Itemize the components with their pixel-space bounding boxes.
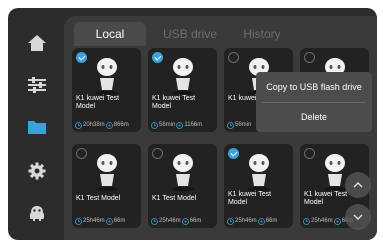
robot-icon <box>30 206 44 221</box>
clock-icon <box>75 121 82 129</box>
filament-length: 66m <box>189 218 202 224</box>
scroll-down-button[interactable] <box>345 204 371 230</box>
scroll-up-button[interactable] <box>345 172 371 198</box>
filament-icon <box>176 121 184 129</box>
filament-icon <box>105 121 113 129</box>
clock-icon <box>151 217 158 225</box>
file-meta: 56min 1166m <box>151 121 202 129</box>
select-checkbox[interactable] <box>228 148 239 159</box>
file-card[interactable]: K1 kuwei Test Model 25h46m 66m <box>224 144 293 228</box>
filament-length: 66m <box>265 218 278 224</box>
context-menu: Copy to USB flash drive Delete <box>256 72 372 132</box>
clock-icon <box>151 121 158 129</box>
filament-length: 1166m <box>184 122 203 128</box>
tab-local[interactable]: Local <box>74 22 146 46</box>
sidebar-item-settings-sliders[interactable] <box>22 70 52 100</box>
select-checkbox[interactable] <box>76 52 87 63</box>
file-card[interactable]: K1 kuwei Test Model 56min 1166m <box>148 48 217 132</box>
sidebar-item-system-settings[interactable] <box>22 156 52 186</box>
print-time: 25h46m <box>311 218 333 224</box>
model-thumbnail <box>248 154 270 191</box>
clock-icon <box>227 217 234 225</box>
filament-icon <box>181 217 189 225</box>
print-time: 20h38m <box>83 122 105 128</box>
file-name: K1 Test Model <box>76 195 121 202</box>
home-icon <box>28 35 46 51</box>
file-meta: 25h46m 66m <box>227 217 277 225</box>
chevron-down-icon <box>353 214 363 220</box>
sidebar <box>8 8 68 240</box>
file-meta: 25h46m 66m <box>75 217 125 225</box>
select-checkbox[interactable] <box>228 52 239 63</box>
delete-menu-item[interactable]: Delete <box>256 103 372 131</box>
print-time: 56min <box>159 122 176 128</box>
model-thumbnail <box>96 154 118 191</box>
file-card[interactable]: K1 Test Model 25h46m 66m <box>72 144 141 228</box>
filament-length: 66m <box>113 218 126 224</box>
tab-usb-drive[interactable]: USB drive <box>154 22 226 46</box>
filament-icon <box>333 217 341 225</box>
select-checkbox[interactable] <box>304 52 315 63</box>
file-name: K1 kuwei Test Model <box>152 95 196 110</box>
model-thumbnail <box>172 154 194 191</box>
filament-icon <box>257 217 265 225</box>
file-name: K1 kuwei Test Model <box>76 95 120 110</box>
model-thumbnail <box>172 58 194 95</box>
file-card[interactable]: K1 kuwei Test Model 20h38m 866m <box>72 48 141 132</box>
sidebar-item-home[interactable] <box>22 28 52 58</box>
filament-icon <box>105 217 113 225</box>
sidebar-item-device[interactable] <box>22 198 52 228</box>
clock-icon <box>75 217 82 225</box>
select-checkbox[interactable] <box>152 52 163 63</box>
print-time: 25h46m <box>235 218 257 224</box>
file-meta: 20h38m 866m <box>75 121 129 129</box>
select-checkbox[interactable] <box>304 148 315 159</box>
model-thumbnail <box>96 58 118 95</box>
copy-to-usb-menu-item[interactable]: Copy to USB flash drive <box>256 73 372 101</box>
gear-icon <box>28 162 46 180</box>
clock-icon <box>303 217 310 225</box>
file-meta: 25h46m 66m <box>151 217 201 225</box>
folder-icon <box>28 121 46 134</box>
print-time: 25h46m <box>83 218 105 224</box>
sidebar-item-files[interactable] <box>22 112 52 142</box>
select-checkbox[interactable] <box>152 148 163 159</box>
file-card[interactable]: K1 Test Model 25h46m 66m <box>148 144 217 228</box>
tab-history[interactable]: History <box>232 22 292 46</box>
select-checkbox[interactable] <box>76 148 87 159</box>
tab-bar: Local USB drive History <box>74 22 364 46</box>
file-name: K1 Test Model <box>152 195 197 202</box>
sliders-icon <box>28 77 46 93</box>
filament-length: 866m <box>113 122 129 128</box>
chevron-up-icon <box>353 182 363 188</box>
file-name: K1 kuwei Test Model <box>228 191 272 206</box>
print-time: 25h46m <box>159 218 181 224</box>
clock-icon <box>227 121 234 129</box>
file-meta: 56min <box>227 121 251 129</box>
print-time: 56min <box>235 122 252 128</box>
